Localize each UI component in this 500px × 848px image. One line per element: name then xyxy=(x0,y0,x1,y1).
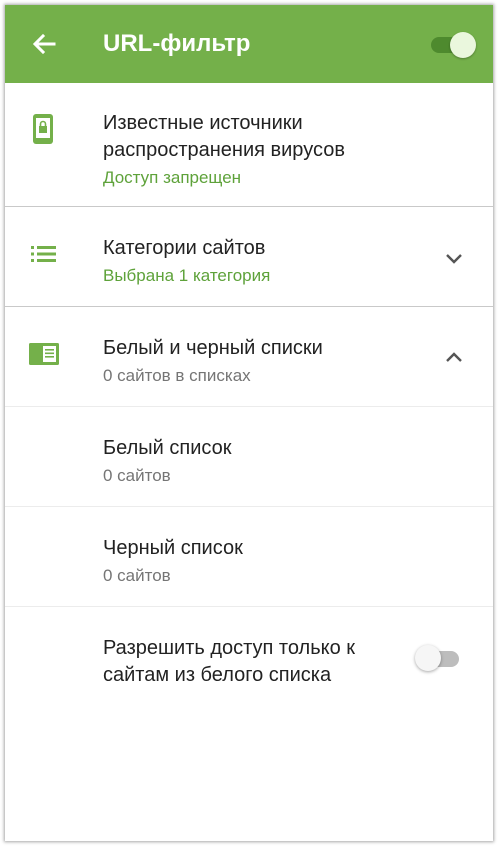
white-list-title: Белый список xyxy=(103,437,232,459)
url-filter-toggle[interactable] xyxy=(431,32,476,58)
black-list-title: Черный список xyxy=(103,537,243,559)
app-screen: URL-фильтр Известные источники распростр… xyxy=(5,5,493,841)
virus-sources-row[interactable]: Известные источники распространения виру… xyxy=(5,83,493,211)
categories-row[interactable]: Категории сайтов Выбрана 1 категория xyxy=(5,207,493,307)
virus-sources-title-2: распространения вирусов xyxy=(103,139,345,161)
list-icon xyxy=(31,246,56,262)
black-list-count: 0 сайтов xyxy=(103,566,171,585)
whitelist-only-label-1: Разрешить доступ только к xyxy=(103,637,356,659)
list-card-icon xyxy=(29,343,59,365)
black-list-row[interactable]: Черный список 0 сайтов xyxy=(5,507,493,607)
toggle-thumb xyxy=(415,645,441,671)
lists-status: 0 сайтов в списках xyxy=(103,366,251,385)
toggle-thumb xyxy=(450,32,476,58)
chevron-down-icon[interactable] xyxy=(443,247,465,269)
white-list-count: 0 сайтов xyxy=(103,466,171,485)
lists-title: Белый и черный списки xyxy=(103,337,323,359)
page-title: URL-фильтр xyxy=(103,30,251,57)
chevron-up-icon[interactable] xyxy=(443,347,465,369)
whitelist-only-label-2: сайтам из белого списка xyxy=(103,664,332,686)
phone-lock-icon xyxy=(33,114,53,144)
categories-title: Категории сайтов xyxy=(103,237,266,259)
categories-status: Выбрана 1 категория xyxy=(103,266,271,285)
whitelist-only-toggle[interactable] xyxy=(415,645,461,673)
arrow-left-icon[interactable] xyxy=(29,29,59,59)
virus-sources-title-1: Известные источники xyxy=(103,112,303,134)
virus-sources-status: Доступ запрещен xyxy=(103,168,242,187)
lists-row[interactable]: Белый и черный списки 0 сайтов в списках xyxy=(5,307,493,407)
white-list-row[interactable]: Белый список 0 сайтов xyxy=(5,407,493,507)
app-bar: URL-фильтр xyxy=(5,5,493,83)
